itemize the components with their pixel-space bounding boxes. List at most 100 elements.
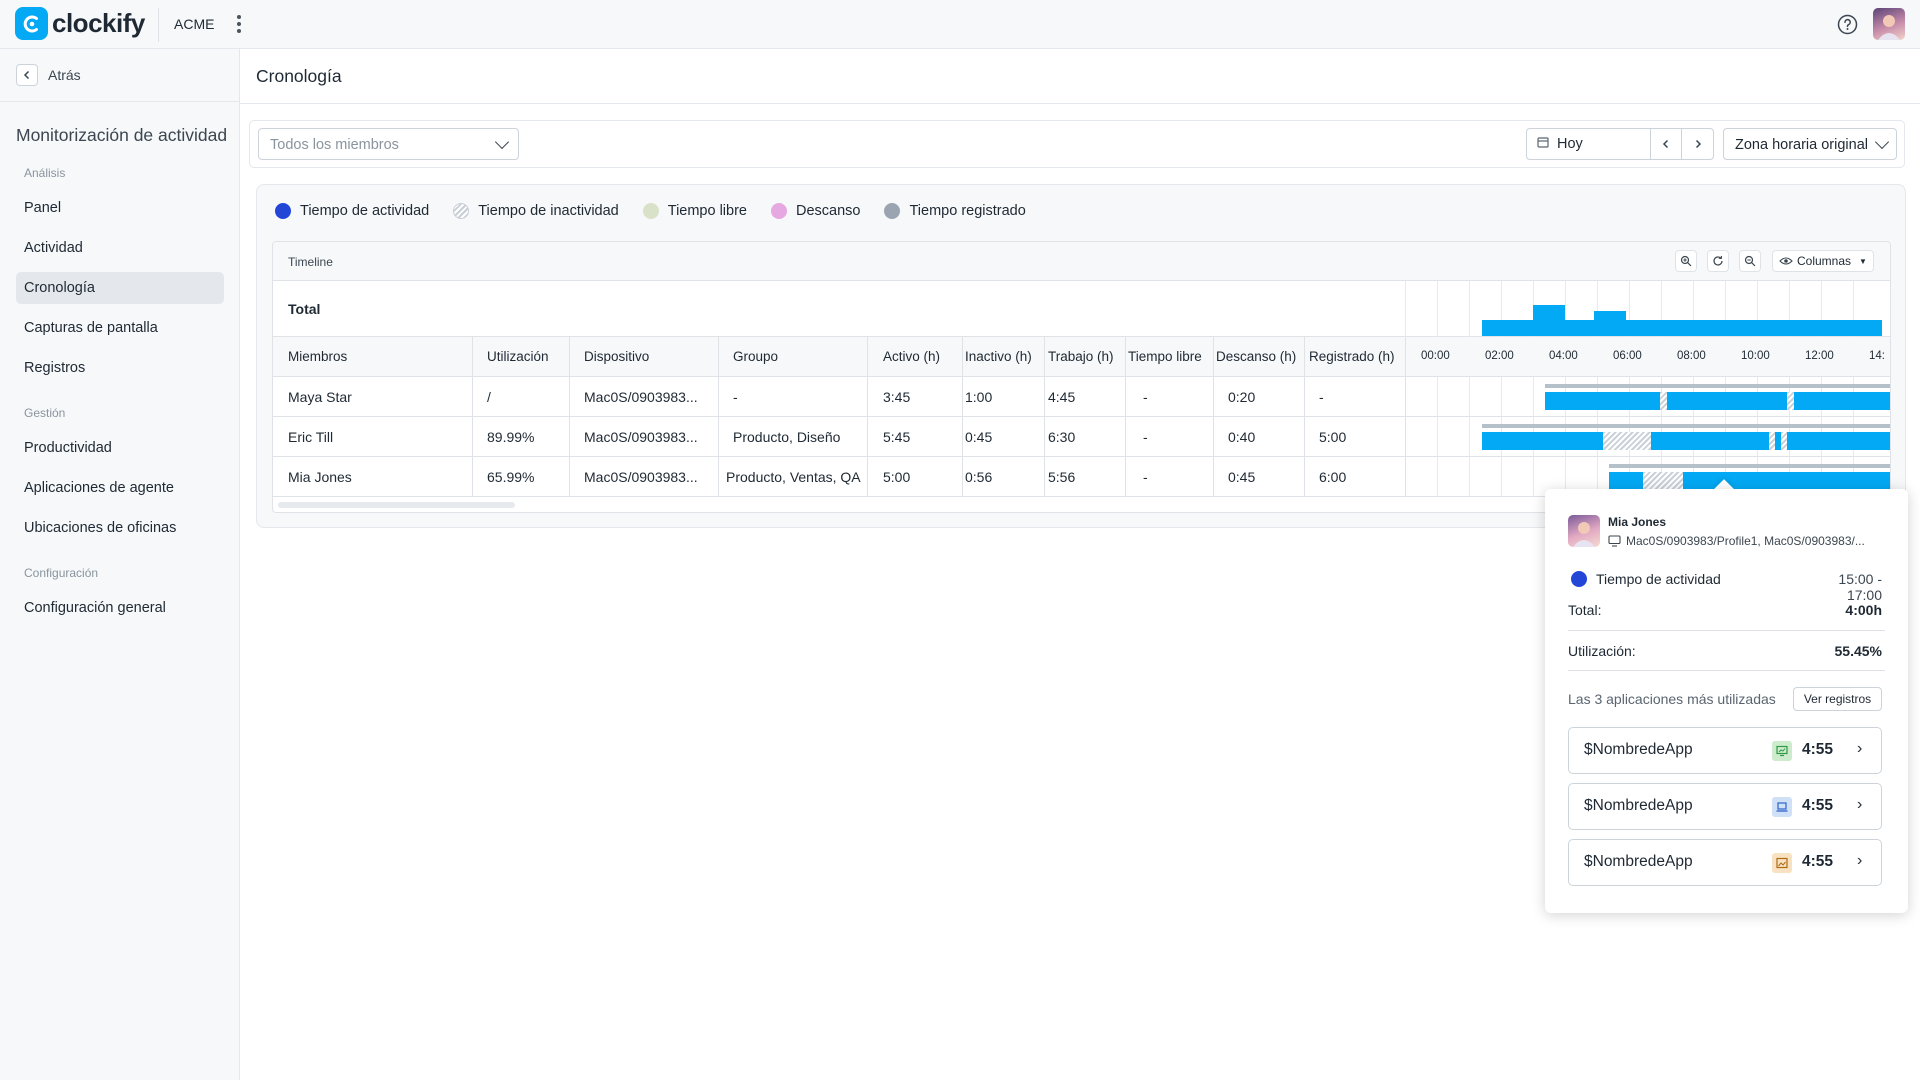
free-time: - [1143,429,1148,445]
break-dot-icon [771,203,787,219]
chevron-right-icon: › [1857,852,1863,869]
member-name[interactable]: Eric Till [288,429,333,445]
refresh-icon [1713,255,1723,266]
col-header[interactable]: Groupo [733,349,778,364]
monitor-chart-icon [1772,741,1792,761]
activity-dot-icon [1571,571,1587,587]
timeline-header: Timeline Columnas ▼ [273,242,1890,281]
free-time: - [1143,389,1148,405]
popover-util-value: 55.45% [1834,643,1882,659]
back-button[interactable]: Atrás [16,64,81,86]
user-avatar[interactable] [1873,8,1905,40]
col-header[interactable]: Registrado (h) [1309,349,1395,364]
member-name[interactable]: Maya Star [288,389,352,405]
legend-label: Descanso [796,203,861,219]
time-tick: 04:00 [1549,350,1578,362]
zoom-in-button[interactable] [1675,250,1697,272]
app-card[interactable]: $NombredeApp 4:55 › [1568,839,1882,886]
zoom-out-button[interactable] [1739,250,1761,272]
time-tick: 12:00 [1805,350,1834,362]
clockify-logo-icon [15,7,48,40]
group: Producto, Diseño [733,429,841,445]
sidebar-item-aplicaciones[interactable]: Aplicaciones de agente [16,472,224,504]
date-picker[interactable]: Hoy [1527,129,1652,159]
eye-icon [1779,257,1793,265]
app-card[interactable]: $NombredeApp 4:55 › [1568,783,1882,830]
time-tick: 06:00 [1613,350,1642,362]
members-select[interactable]: Todos los miembros [258,128,519,160]
sidebar-item-cronologia[interactable]: Cronología [16,272,224,304]
back-label: Atrás [48,67,81,83]
sidebar: Atrás Monitorización de actividad Anális… [0,49,240,1080]
reset-zoom-button[interactable] [1707,250,1729,272]
activity-dot-icon [275,203,291,219]
sidebar-item-actividad[interactable]: Actividad [16,232,224,264]
sidebar-item-productividad[interactable]: Productividad [16,432,224,464]
timezone-select[interactable]: Zona horaria original [1723,128,1897,160]
workspace-menu-icon[interactable] [232,13,246,35]
idle-segment [1769,432,1775,450]
idle-dot-icon [453,203,470,219]
free-time: - [1143,469,1148,485]
popover-divider [1568,630,1885,631]
col-header[interactable]: Tiempo libre [1128,349,1202,364]
timezone-label: Zona horaria original [1735,137,1868,153]
brand-name: clockify [52,8,145,38]
sidebar-item-ubicaciones[interactable]: Ubicaciones de oficinas [16,512,224,544]
sidebar-item-panel[interactable]: Panel [16,192,224,224]
work-hours: 6:30 [1048,429,1076,445]
legend-item-break: Descanso [771,203,860,219]
col-header[interactable]: Dispositivo [584,349,649,364]
sidebar-item-configuracion-general[interactable]: Configuración general [16,592,224,624]
popover-divider [1568,670,1885,671]
col-header[interactable]: Trabajo (h) [1048,349,1114,364]
horizontal-scrollbar[interactable] [278,502,515,508]
sidebar-divider [0,101,240,102]
col-header[interactable]: Utilización [487,349,549,364]
chevron-down-icon [1874,134,1890,150]
chevron-left-icon [1663,139,1669,149]
chevron-right-icon [1695,139,1701,149]
sidebar-item-capturas[interactable]: Capturas de pantalla [16,312,224,344]
chevron-left-icon [16,64,38,86]
popover-activity-label: Tiempo de actividad [1596,571,1721,587]
legend-label: Tiempo de inactividad [478,203,619,219]
idle-segment [1787,392,1794,410]
monitor-icon [1608,535,1621,547]
date-next-button[interactable] [1682,129,1713,159]
help-icon[interactable] [1837,14,1858,35]
columns-button[interactable]: Columnas ▼ [1772,250,1874,272]
col-header[interactable]: Descanso (h) [1216,349,1296,364]
col-header[interactable]: Inactivo (h) [965,349,1032,364]
clockify-logo[interactable]: clockify [15,7,145,40]
date-prev-button[interactable] [1651,129,1683,159]
app-card[interactable]: $NombredeApp 4:55 › [1568,727,1882,774]
activity-bar[interactable] [1545,392,1890,410]
app-name: $NombredeApp [1584,741,1693,758]
view-logs-button[interactable]: Ver registros [1793,687,1882,711]
utilization: 65.99% [487,469,535,485]
time-tick: 02:00 [1485,350,1514,362]
group: Producto, Ventas, QA [726,469,861,485]
activity-bar[interactable] [1482,432,1890,450]
utilization: 89.99% [487,429,535,445]
popover-member-name: Mia Jones [1608,515,1667,529]
popover-device: Mac0S/0903983/Profile1, Mac0S/0903983/..… [1608,534,1865,548]
registered-hours: - [1319,389,1324,405]
sidebar-group-gestion: Gestión [24,406,66,420]
col-header[interactable]: Activo (h) [883,349,940,364]
col-header[interactable]: Miembros [288,349,347,364]
popover-util-label: Utilización: [1568,643,1636,659]
member-avatar [1568,515,1600,547]
free-dot-icon [642,203,659,219]
legend: Tiempo de actividad Tiempo de inactivida… [275,203,1050,219]
activity-popover: Mia Jones Mac0S/0903983/Profile1, Mac0S/… [1545,489,1908,913]
total-label: Total [288,301,321,317]
idle-segment [1603,432,1651,450]
workspace-name[interactable]: ACME [174,16,214,32]
sidebar-item-registros[interactable]: Registros [16,352,224,384]
member-name[interactable]: Mia Jones [288,469,352,485]
registered-hours: 5:00 [1319,429,1347,445]
popover-activity-range: 15:00 - 17:00 [1838,571,1882,603]
registered-time-bar [1545,384,1890,388]
